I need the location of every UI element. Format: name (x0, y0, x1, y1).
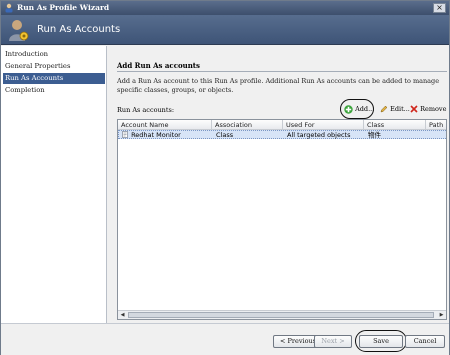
wizard-header: Run As Accounts (1, 15, 449, 45)
wizard-app-icon (5, 3, 13, 13)
main-content: Add Run As accounts Add a Run As account… (109, 46, 449, 323)
nav-item-introduction[interactable]: Introduction (3, 49, 105, 60)
accounts-label: Run As accounts: (117, 106, 175, 114)
column-header-path[interactable]: Path (426, 120, 446, 130)
wizard-nav: Introduction General Properties Run As A… (1, 46, 107, 323)
edit-label: Edit... (390, 105, 410, 113)
cell-account-name: Redhat Monitor (119, 131, 213, 139)
account-row-icon (122, 131, 128, 138)
list-header: Account Name Association Used For Class … (118, 120, 446, 130)
save-button[interactable]: Save (359, 335, 403, 348)
cancel-button[interactable]: Cancel (405, 335, 445, 348)
accounts-list[interactable]: Account Name Association Used For Class … (117, 119, 447, 320)
column-header-account-name[interactable]: Account Name (118, 120, 212, 130)
table-row[interactable]: Redhat Monitor Class All targeted object… (118, 130, 446, 139)
add-button[interactable]: Add... (344, 103, 374, 115)
pencil-icon (380, 105, 388, 113)
section-description: Add a Run As account to this Run As prof… (117, 77, 440, 94)
cell-used-for: All targeted objects (287, 131, 351, 139)
remove-icon (410, 105, 418, 113)
add-icon (344, 104, 353, 114)
add-label: Add... (355, 105, 375, 113)
next-button[interactable]: Next > (314, 335, 352, 348)
column-header-used-for[interactable]: Used For (283, 120, 364, 130)
title-bar[interactable]: Run As Profile Wizard × (1, 1, 449, 15)
cell-class: 物件 (368, 131, 381, 139)
section-divider (117, 71, 447, 72)
cell-association: Class (216, 131, 234, 139)
remove-button[interactable]: Remove (410, 103, 446, 115)
nav-item-completion[interactable]: Completion (3, 85, 105, 96)
close-button[interactable]: × (433, 3, 446, 13)
section-title: Add Run As accounts (117, 61, 200, 70)
scrollbar-thumb[interactable] (128, 312, 434, 318)
close-icon: × (436, 3, 443, 12)
scroll-right-icon[interactable]: ▶ (437, 311, 446, 319)
nav-item-general-properties[interactable]: General Properties (3, 61, 105, 72)
remove-label: Remove (420, 105, 447, 113)
wizard-footer: < Previous Next > Save Cancel (1, 323, 449, 355)
nav-item-run-as-accounts[interactable]: Run As Accounts (3, 73, 105, 84)
edit-button[interactable]: Edit... (380, 103, 410, 115)
wizard-window: Run As Profile Wizard × Run As Accounts … (0, 0, 450, 355)
window-title: Run As Profile Wizard (17, 3, 110, 12)
cell-path (427, 131, 446, 139)
column-header-class[interactable]: Class (364, 120, 426, 130)
account-icon (9, 20, 29, 41)
page-title: Run As Accounts (37, 24, 121, 35)
column-header-association[interactable]: Association (212, 120, 283, 130)
account-name-text: Redhat Monitor (131, 131, 181, 139)
scroll-left-icon[interactable]: ◀ (118, 311, 127, 319)
horizontal-scrollbar[interactable]: ◀ ▶ (118, 310, 446, 319)
